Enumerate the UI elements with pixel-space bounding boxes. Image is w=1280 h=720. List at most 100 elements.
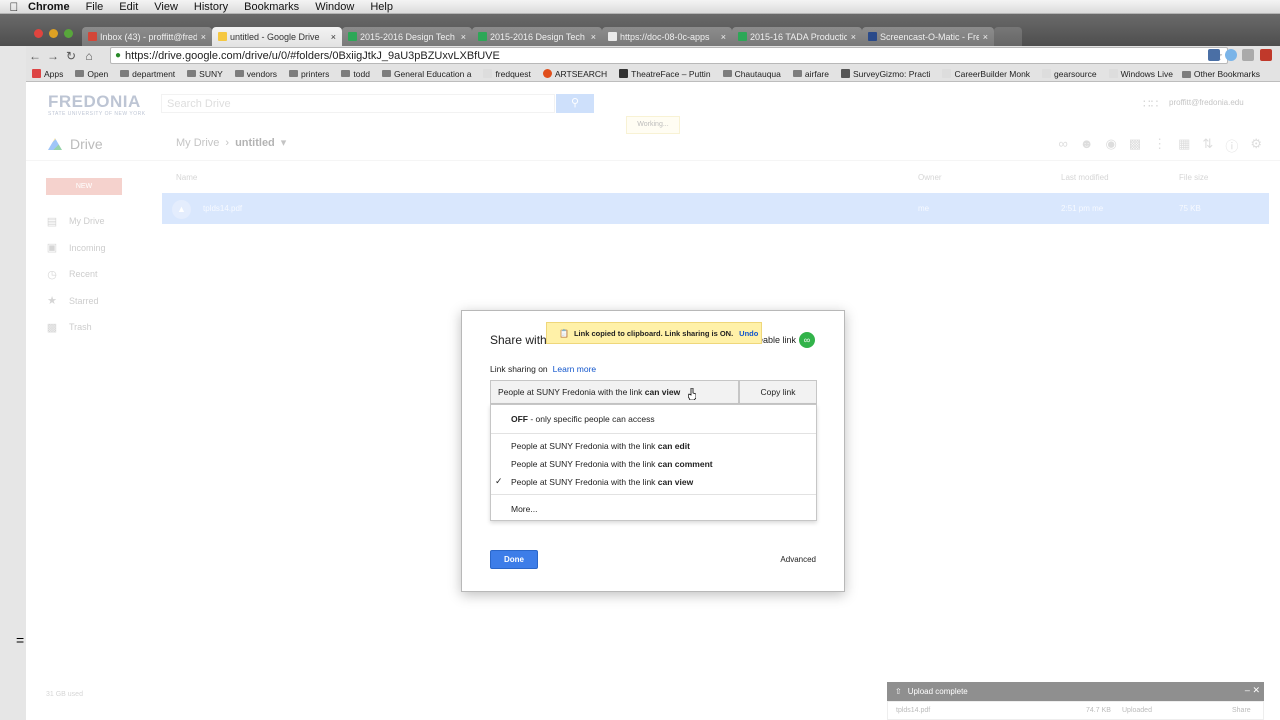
menu-edit[interactable]: Edit (119, 1, 138, 13)
menu-file[interactable]: File (86, 1, 104, 13)
bookmark-item[interactable]: TheatreFace – Puttin (619, 69, 711, 79)
undo-link[interactable]: Undo (739, 329, 758, 338)
bookmark-item[interactable]: CareerBuilder Monk (942, 69, 1030, 79)
link-toggle-icon[interactable]: ∞ (799, 332, 815, 348)
bookmark-label: SurveyGizmo: Practi (852, 68, 931, 79)
tab-title: Inbox (43) - proffitt@fred (100, 31, 197, 42)
document-icon (1108, 69, 1118, 78)
folder-icon (187, 70, 197, 77)
menu-app-name[interactable]: Chrome (28, 1, 70, 13)
bookmark-item[interactable]: SurveyGizmo: Practi (840, 68, 931, 79)
close-icon[interactable]: ✕ (1252, 685, 1260, 695)
browser-tab[interactable]: 2015-16 TADA Production × (732, 27, 862, 46)
folder-icon (120, 70, 130, 77)
option-off-bold: OFF (511, 414, 528, 424)
bookmark-item[interactable]: department (120, 69, 175, 79)
advanced-link[interactable]: Advanced (780, 555, 816, 564)
bookmarks-bar: Apps Open department SUNY vendors printe… (26, 66, 1280, 82)
option-off[interactable]: OFF - only specific people can access (511, 414, 655, 424)
bookmark-label: Apps (44, 68, 64, 79)
upload-status: Uploaded (1122, 707, 1152, 714)
link-permission-select[interactable]: People at SUNY Fredonia with the link ca… (490, 380, 739, 404)
option-can-view[interactable]: People at SUNY Fredonia with the link ca… (511, 477, 693, 487)
menu-icon[interactable] (1260, 49, 1272, 61)
close-tab-icon[interactable]: × (201, 32, 206, 42)
option-more[interactable]: More... (511, 504, 537, 514)
tab-strip: Inbox (43) - proffitt@fred × untitled - … (0, 14, 1280, 46)
browser-tab-active[interactable]: untitled - Google Drive × (212, 27, 342, 46)
forward-icon[interactable]: → (44, 49, 62, 63)
minimize-icon[interactable]: – (1245, 685, 1250, 695)
option-off-rest: - only specific people can access (528, 414, 655, 424)
menu-help[interactable]: Help (370, 1, 393, 13)
screencast-icon (868, 32, 877, 41)
minimize-window-icon[interactable] (49, 29, 58, 38)
upload-panel: ⇧ Upload complete – ✕ tplds14.pdf 74.7 K… (887, 682, 1264, 720)
close-tab-icon[interactable]: × (983, 32, 988, 42)
extension-icon[interactable] (1208, 49, 1220, 61)
bookmark-item[interactable]: printers (289, 69, 329, 79)
learn-more-link[interactable]: Learn more (553, 364, 596, 374)
close-tab-icon[interactable]: × (591, 32, 596, 42)
menu-divider (491, 433, 816, 434)
browser-tab[interactable]: 2015-2016 Design Tech A × (472, 27, 602, 46)
bookmark-apps[interactable]: Apps (32, 69, 63, 79)
upload-row: tplds14.pdf 74.7 KB Uploaded Share (887, 701, 1264, 720)
back-icon[interactable]: ← (26, 49, 44, 63)
address-bar[interactable]: ● https://drive.google.com/drive/u/0/#fo… (110, 47, 1228, 64)
gmail-icon (88, 32, 97, 41)
menu-bookmarks[interactable]: Bookmarks (244, 1, 299, 13)
close-tab-icon[interactable]: × (851, 32, 856, 42)
option-can-edit[interactable]: People at SUNY Fredonia with the link ca… (511, 441, 690, 451)
bookmark-item[interactable]: Open (75, 69, 108, 79)
menu-view[interactable]: View (154, 1, 178, 13)
reload-icon[interactable]: ↻ (62, 49, 80, 63)
browser-tab[interactable]: https://doc-08-0c-apps × (602, 27, 732, 46)
close-window-icon[interactable] (34, 29, 43, 38)
folder-icon (1181, 70, 1191, 78)
upload-share-link[interactable]: Share (1232, 707, 1251, 714)
copy-link-button[interactable]: Copy link (739, 380, 817, 404)
extension-icon[interactable] (1225, 49, 1237, 61)
other-bookmarks[interactable]: Other Bookmarks (1181, 69, 1260, 79)
browser-tab[interactable]: Inbox (43) - proffitt@fred × (82, 27, 212, 46)
bookmark-item[interactable]: fredquest (483, 68, 531, 79)
bookmark-item[interactable]: airfare (792, 68, 829, 79)
bookmark-item[interactable]: Windows Live (1108, 69, 1173, 79)
menu-history[interactable]: History (194, 1, 228, 13)
bookmark-item[interactable]: Chautauqua (722, 69, 781, 79)
link-sharing-status: Link sharing on Learn more (490, 364, 596, 374)
extension-icon[interactable] (1242, 49, 1254, 61)
upload-header: ⇧ Upload complete – ✕ (887, 682, 1264, 701)
bookmark-item[interactable]: General Education a (381, 69, 471, 79)
get-shareable-link-label[interactable]: eable link (758, 335, 796, 345)
home-icon[interactable]: ⌂ (80, 49, 98, 63)
permission-dropdown-menu: OFF - only specific people can access Pe… (490, 404, 817, 521)
menu-divider (491, 494, 816, 495)
bookmark-item[interactable]: todd (341, 69, 370, 79)
bookmark-item[interactable]: ARTSEARCH (542, 69, 607, 79)
done-button[interactable]: Done (490, 550, 538, 569)
tab-title: 2015-2016 Design Tech A (360, 31, 457, 42)
zoom-window-icon[interactable] (64, 29, 73, 38)
bookmark-item[interactable]: SUNY (187, 69, 223, 79)
bookmark-item[interactable]: vendors (234, 69, 277, 79)
upload-arrow-icon: ⇧ (895, 687, 902, 696)
close-tab-icon[interactable]: × (721, 32, 726, 42)
new-tab-button[interactable] (994, 27, 1022, 46)
bookmark-item[interactable]: gearsource (1042, 69, 1097, 79)
document-icon (942, 69, 952, 78)
close-tab-icon[interactable]: × (461, 32, 466, 42)
browser-tab[interactable]: 2015-2016 Design Tech A × (342, 27, 472, 46)
bookmark-label: gearsource (1054, 68, 1097, 79)
mac-menu-bar:  Chrome File Edit View History Bookmark… (0, 0, 1280, 14)
bookmark-label: airfare (804, 68, 829, 79)
close-tab-icon[interactable]: × (331, 32, 336, 42)
menu-window[interactable]: Window (315, 1, 354, 13)
select-prefix: People at SUNY Fredonia with the link (498, 387, 643, 397)
option-prefix: People at SUNY Fredonia with the link (511, 459, 656, 469)
option-can-comment[interactable]: People at SUNY Fredonia with the link ca… (511, 459, 713, 469)
apple-icon[interactable]:  (0, 0, 28, 14)
bookmark-label: fredquest (495, 68, 531, 79)
browser-tab[interactable]: Screencast-O-Matic - Free × (862, 27, 994, 46)
